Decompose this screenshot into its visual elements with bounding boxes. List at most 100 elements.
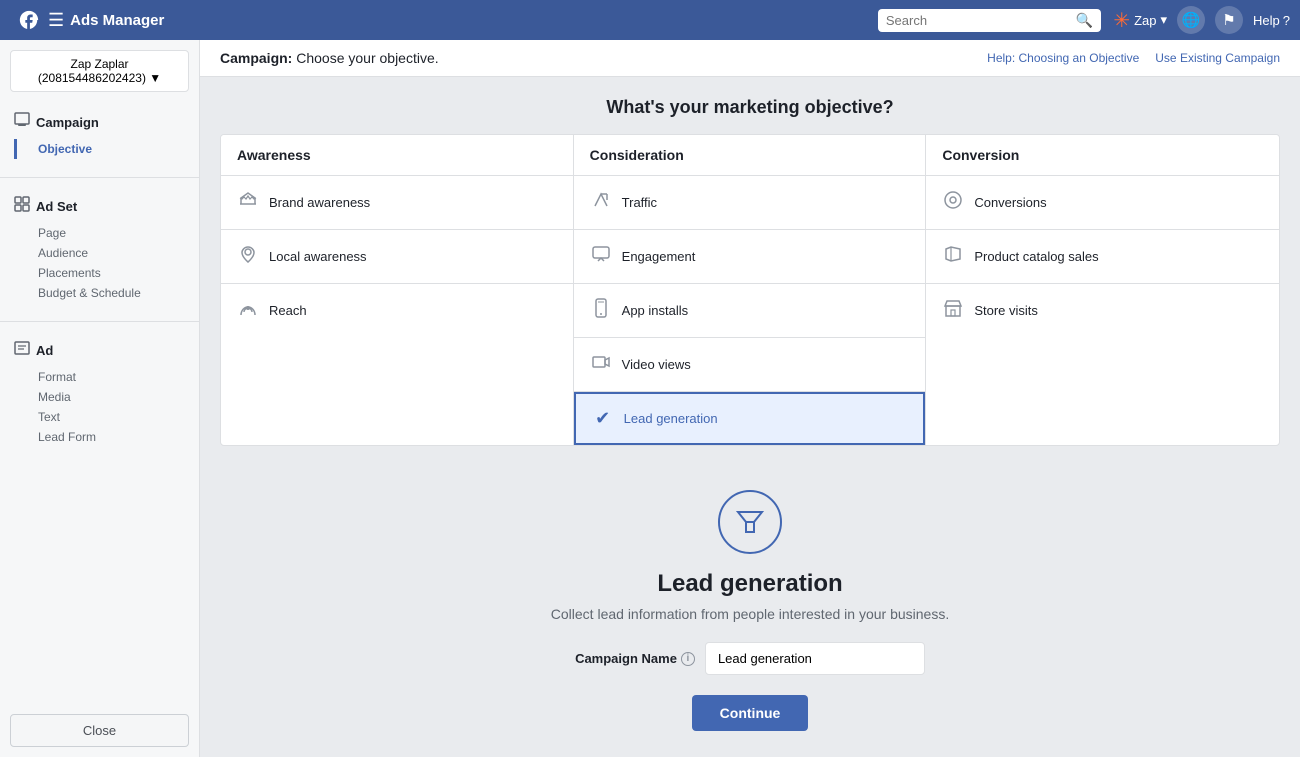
content-header-title: Campaign: Choose your objective. bbox=[220, 50, 439, 66]
lead-generation-item[interactable]: ✔ Lead generation bbox=[574, 392, 926, 445]
sidebar-item-budget-schedule[interactable]: Budget & Schedule bbox=[14, 283, 185, 303]
adset-section: Ad Set Page Audience Placements Budget &… bbox=[0, 186, 199, 313]
account-selector[interactable]: Zap Zaplar (208154486202423) ▼ bbox=[10, 50, 189, 92]
brand-awareness-item[interactable]: Brand awareness bbox=[221, 176, 573, 230]
objective-table: Awareness Brand awareness Local awarenes… bbox=[220, 134, 1280, 446]
conversions-label: Conversions bbox=[974, 195, 1046, 210]
local-awareness-label: Local awareness bbox=[269, 249, 367, 264]
zap-label: Zap bbox=[1134, 13, 1156, 28]
detail-title: Lead generation bbox=[220, 570, 1280, 598]
reach-icon bbox=[237, 298, 259, 323]
awareness-column: Awareness Brand awareness Local awarenes… bbox=[221, 135, 574, 445]
search-input[interactable] bbox=[886, 13, 1076, 28]
sidebar-item-objective[interactable]: Objective bbox=[14, 139, 185, 159]
product-catalog-item[interactable]: Product catalog sales bbox=[926, 230, 1279, 284]
video-views-label: Video views bbox=[622, 357, 691, 372]
top-navigation:  ☰ Ads Manager 🔍 ✳ Zap ▾ 🌐 ⚑ Help ? bbox=[0, 0, 1300, 40]
reach-label: Reach bbox=[269, 303, 307, 318]
continue-button[interactable]: Continue bbox=[692, 695, 809, 731]
help-question-icon: ? bbox=[1283, 13, 1290, 28]
help-label: Help bbox=[1253, 13, 1280, 28]
sidebar-divider-2 bbox=[0, 321, 199, 322]
engagement-icon bbox=[590, 244, 612, 269]
conversion-header: Conversion bbox=[926, 135, 1279, 176]
app-installs-item[interactable]: App installs bbox=[574, 284, 926, 338]
sidebar: Zap Zaplar (208154486202423) ▼ Campaign … bbox=[0, 40, 200, 757]
sidebar-item-media[interactable]: Media bbox=[14, 387, 185, 407]
sidebar-item-text[interactable]: Text bbox=[14, 407, 185, 427]
product-catalog-icon bbox=[942, 244, 964, 269]
lead-generation-check-icon: ✔ bbox=[592, 408, 614, 429]
reach-item[interactable]: Reach bbox=[221, 284, 573, 337]
campaign-icon bbox=[14, 112, 30, 133]
detail-icon-circle bbox=[718, 490, 782, 554]
search-bar: 🔍 bbox=[878, 9, 1101, 32]
zap-dropdown-icon: ▾ bbox=[1160, 12, 1167, 28]
brand-awareness-label: Brand awareness bbox=[269, 195, 370, 210]
engagement-label: Engagement bbox=[622, 249, 696, 264]
conversions-item[interactable]: Conversions bbox=[926, 176, 1279, 230]
ad-section-header: Ad bbox=[14, 340, 185, 361]
consideration-column: Consideration Traffic Engagement bbox=[574, 135, 927, 445]
store-visits-item[interactable]: Store visits bbox=[926, 284, 1279, 337]
detail-description: Collect lead information from people int… bbox=[220, 606, 1280, 622]
close-button[interactable]: Close bbox=[10, 714, 189, 747]
footer-row: Campaign Spend Limit i Set a Limit (opti… bbox=[220, 751, 1280, 757]
ad-icon bbox=[14, 340, 30, 361]
facebook-logo-icon bbox=[18, 9, 40, 31]
campaign-name-info-icon[interactable]: i bbox=[681, 652, 695, 666]
conversion-column: Conversion Conversions Product catalog s… bbox=[926, 135, 1279, 445]
nav-actions: ✳ Zap ▾ 🌐 ⚑ Help ? bbox=[1113, 6, 1290, 34]
brand-awareness-icon bbox=[237, 190, 259, 215]
search-icon: 🔍 bbox=[1076, 12, 1093, 29]
main-wrapper: Zap Zaplar (208154486202423) ▼ Campaign … bbox=[0, 40, 1300, 757]
header-links: Help: Choosing an Objective Use Existing… bbox=[987, 51, 1280, 65]
campaign-name-input[interactable] bbox=[705, 642, 925, 675]
detail-section: Lead generation Collect lead information… bbox=[220, 470, 1280, 751]
page-question: What's your marketing objective? bbox=[220, 97, 1280, 118]
ad-section: Ad Format Media Text Lead Form bbox=[0, 330, 199, 457]
campaign-name-label-text: Campaign Name bbox=[575, 651, 677, 666]
conversions-icon bbox=[942, 190, 964, 215]
app-installs-label: App installs bbox=[622, 303, 688, 318]
campaign-label: Campaign bbox=[36, 115, 99, 130]
sidebar-item-placements[interactable]: Placements bbox=[14, 263, 185, 283]
store-visits-icon bbox=[942, 298, 964, 323]
app-installs-icon bbox=[590, 298, 612, 323]
local-awareness-item[interactable]: Local awareness bbox=[221, 230, 573, 284]
hamburger-icon[interactable]: ☰ bbox=[48, 10, 64, 31]
campaign-section-header: Campaign bbox=[14, 112, 185, 133]
help-button[interactable]: Help ? bbox=[1253, 13, 1290, 28]
help-choosing-link[interactable]: Help: Choosing an Objective bbox=[987, 51, 1139, 65]
store-visits-label: Store visits bbox=[974, 303, 1038, 318]
traffic-icon bbox=[590, 190, 612, 215]
sidebar-item-audience[interactable]: Audience bbox=[14, 243, 185, 263]
product-catalog-label: Product catalog sales bbox=[974, 249, 1098, 264]
campaign-header-title: Choose your objective. bbox=[296, 50, 438, 66]
video-views-item[interactable]: Video views bbox=[574, 338, 926, 392]
globe-button[interactable]: 🌐 bbox=[1177, 6, 1205, 34]
campaign-section: Campaign Objective bbox=[0, 102, 199, 169]
consideration-header: Consideration bbox=[574, 135, 926, 176]
awareness-header: Awareness bbox=[221, 135, 573, 176]
local-awareness-icon bbox=[237, 244, 259, 269]
traffic-label: Traffic bbox=[622, 195, 657, 210]
app-title: Ads Manager bbox=[70, 12, 878, 29]
sidebar-item-page[interactable]: Page bbox=[14, 223, 185, 243]
campaign-name-row: Campaign Name i bbox=[220, 642, 1280, 675]
zap-button[interactable]: ✳ Zap ▾ bbox=[1113, 8, 1167, 33]
traffic-item[interactable]: Traffic bbox=[574, 176, 926, 230]
use-existing-link[interactable]: Use Existing Campaign bbox=[1155, 51, 1280, 65]
flag-button[interactable]: ⚑ bbox=[1215, 6, 1243, 34]
adset-icon bbox=[14, 196, 30, 217]
video-views-icon bbox=[590, 352, 612, 377]
sidebar-item-lead-form[interactable]: Lead Form bbox=[14, 427, 185, 447]
engagement-item[interactable]: Engagement bbox=[574, 230, 926, 284]
campaign-header-label: Campaign: bbox=[220, 50, 292, 66]
sidebar-divider-1 bbox=[0, 177, 199, 178]
content-area: Campaign: Choose your objective. Help: C… bbox=[200, 40, 1300, 757]
sidebar-item-format[interactable]: Format bbox=[14, 367, 185, 387]
content-header: Campaign: Choose your objective. Help: C… bbox=[200, 40, 1300, 77]
objective-container: What's your marketing objective? Awarene… bbox=[200, 77, 1300, 757]
ad-label: Ad bbox=[36, 343, 53, 358]
